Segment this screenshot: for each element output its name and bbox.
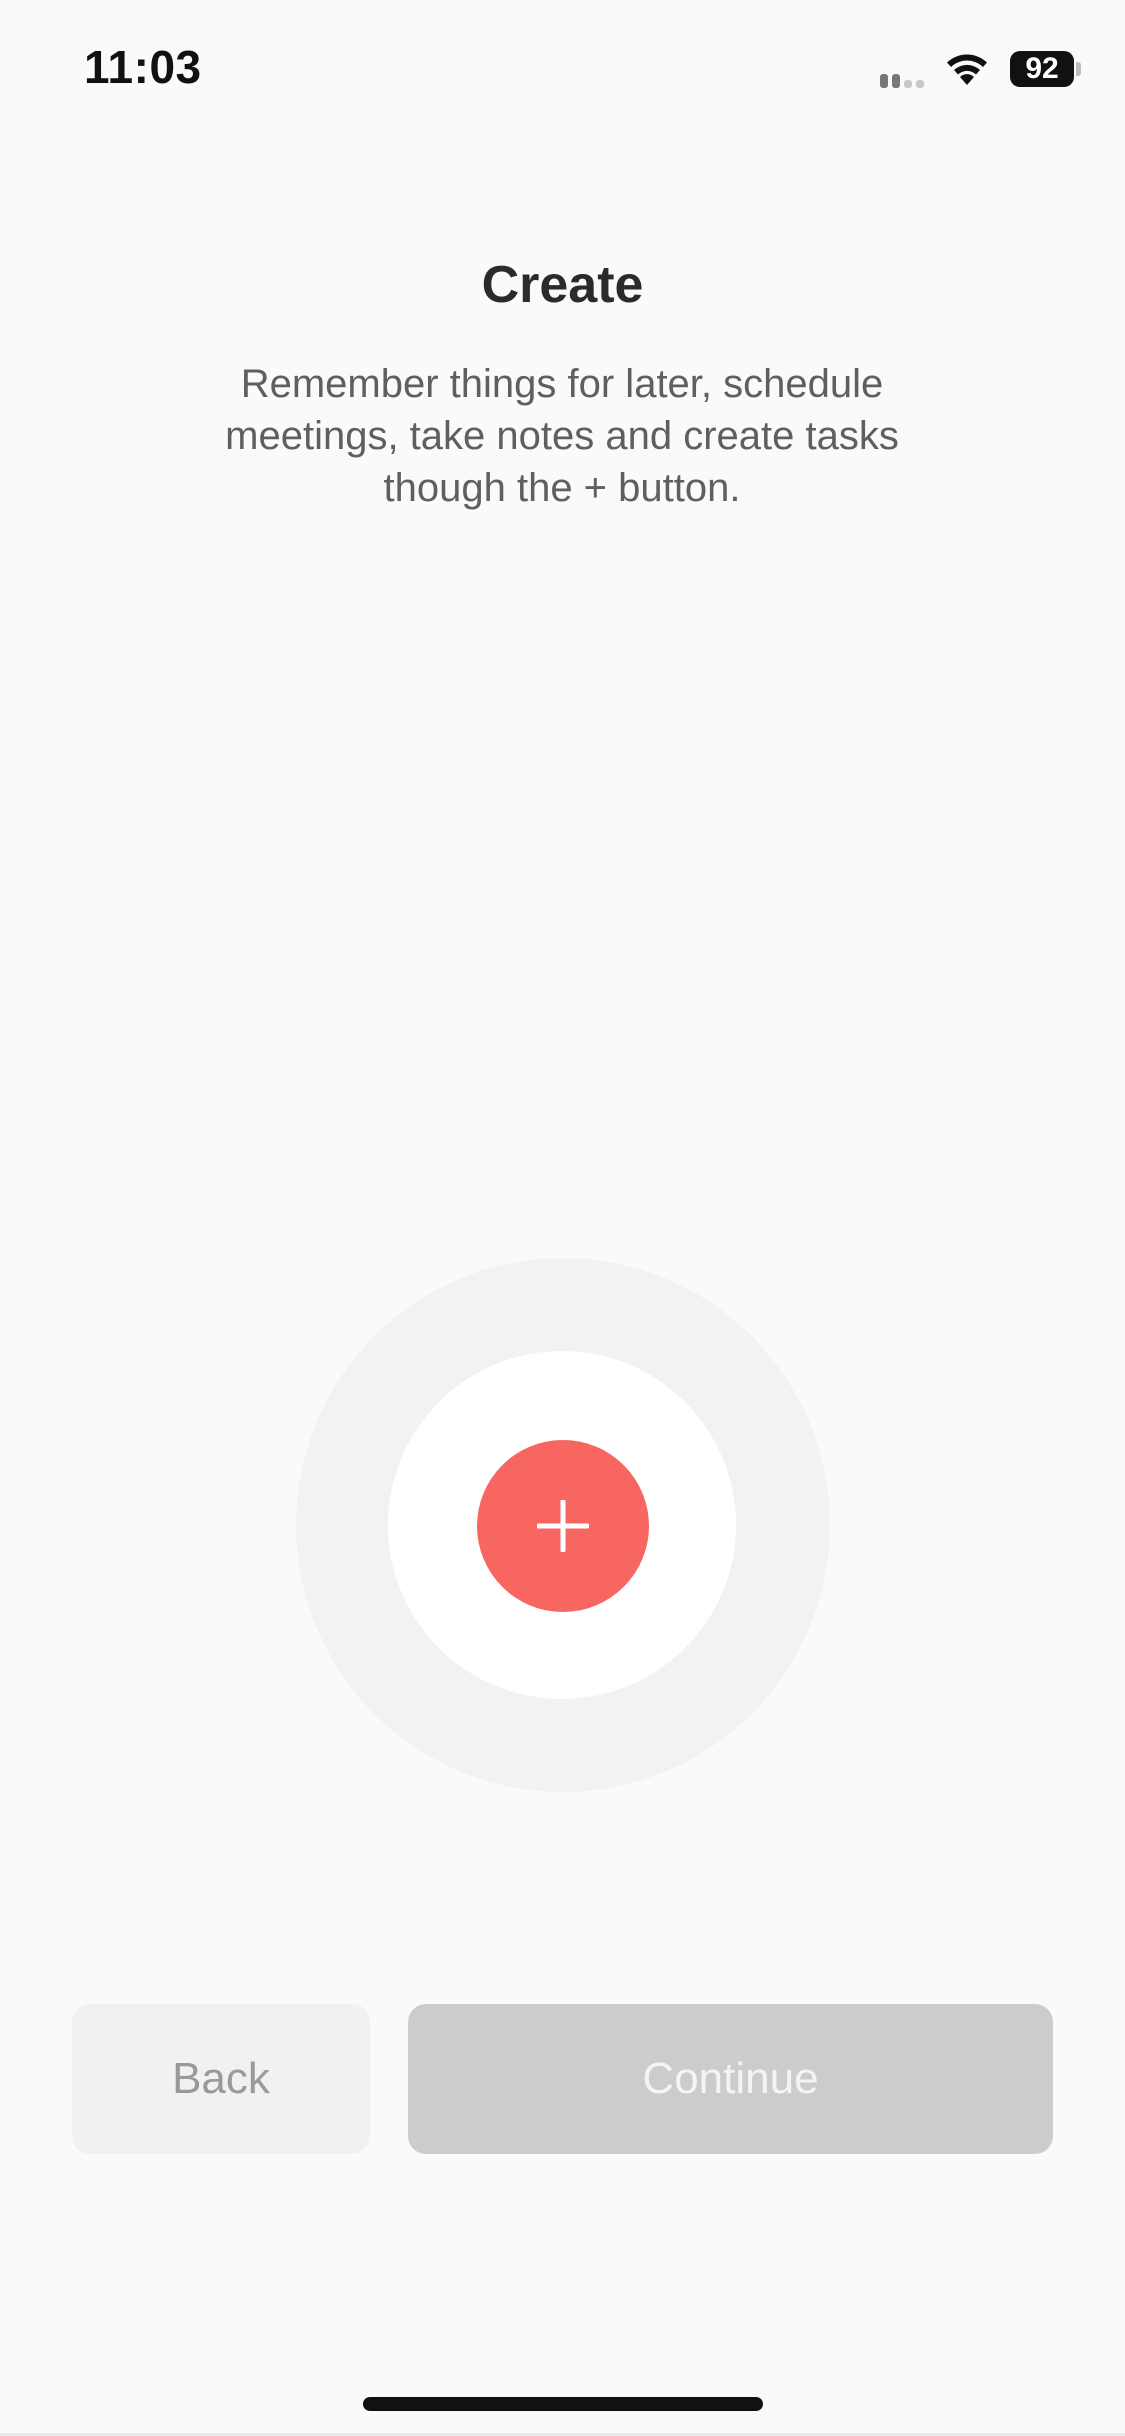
page-description: Remember things for later, schedule meet… — [225, 362, 899, 510]
plus-icon — [537, 1500, 589, 1552]
battery-icon: 92 — [1010, 51, 1081, 87]
battery-level: 92 — [1010, 51, 1074, 87]
home-indicator[interactable] — [363, 2397, 763, 2411]
status-time: 11:03 — [84, 41, 202, 93]
page-title: Create — [481, 256, 644, 314]
continue-button[interactable]: Continue — [408, 2004, 1053, 2154]
status-bar: 11:03 92 — [0, 0, 1125, 140]
wifi-icon — [944, 52, 990, 86]
back-button[interactable]: Back — [72, 2004, 370, 2154]
status-indicators: 92 — [880, 48, 1081, 90]
cellular-signal-icon — [880, 68, 924, 88]
add-button[interactable] — [477, 1440, 649, 1612]
